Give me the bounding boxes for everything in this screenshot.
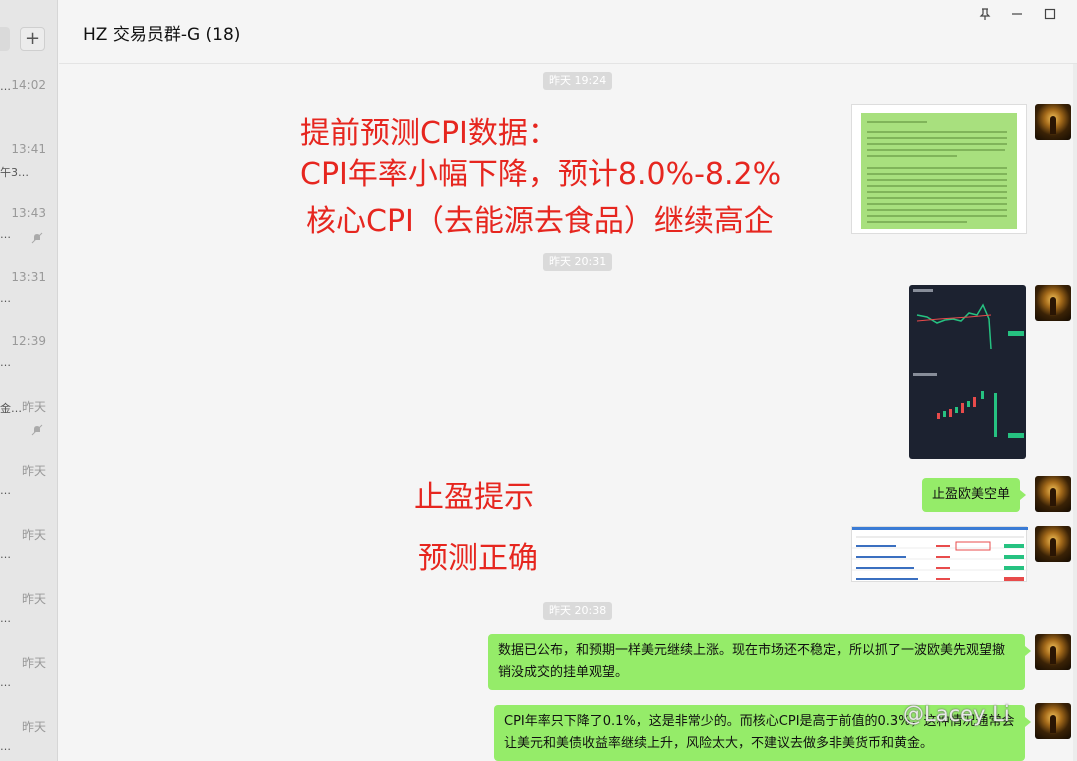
chat-list-item[interactable]: 昨天 …: [0, 582, 57, 646]
avatar[interactable]: [1035, 634, 1071, 670]
chat-list-item[interactable]: 13:31 …: [0, 262, 57, 326]
chat-snippet: …: [0, 548, 11, 561]
chat-snippet: …: [0, 228, 11, 241]
candlestick-thumbnail: [913, 289, 1024, 438]
chat-time: 昨天: [21, 400, 46, 414]
chat-time: 昨天: [21, 592, 46, 606]
chat-time: 14:02: [11, 78, 46, 92]
add-chat-button[interactable]: +: [20, 27, 45, 51]
chat-snippet: 金…: [0, 402, 22, 415]
chat-snippet: …: [0, 612, 11, 625]
chat-snippet: …: [0, 740, 11, 753]
chat-time: 昨天: [21, 656, 46, 670]
chat-list-item[interactable]: 13:41 午3…: [0, 134, 57, 198]
document-thumbnail: [861, 113, 1017, 229]
chat-snippet: …: [0, 676, 11, 689]
chat-snippet: …: [0, 292, 11, 305]
avatar[interactable]: [1035, 285, 1071, 321]
annotation-text: 核心CPI（去能源去食品）继续高企: [306, 204, 774, 239]
message-bubble[interactable]: 止盈欧美空单: [922, 478, 1027, 512]
annotation-text: 预测正确: [418, 541, 538, 576]
mute-icon: [31, 232, 43, 244]
image-message-chart[interactable]: [909, 285, 1026, 459]
image-message-document[interactable]: [851, 104, 1027, 234]
annotation-text: 止盈提示: [414, 480, 534, 515]
chat-list-item[interactable]: 12:39 …: [0, 326, 57, 390]
chat-header: HZ 交易员群-G (18): [59, 0, 1077, 64]
mute-icon: [31, 424, 43, 436]
chat-list-item[interactable]: 昨天 …: [0, 518, 57, 582]
chat-list-item[interactable]: 昨天 …: [0, 646, 57, 710]
chat-snippet: 午3…: [0, 166, 29, 179]
chat-list: + 14:02 … 13:41 午3… 13:43 … 13:31 … 12:3…: [0, 0, 58, 761]
watermark: @Lacey Li: [903, 702, 1010, 726]
image-message-table[interactable]: [851, 526, 1028, 582]
pin-icon[interactable]: [978, 7, 992, 21]
annotation-text: 提前预测CPI数据：: [300, 116, 558, 151]
scrollbar[interactable]: [1073, 64, 1077, 761]
timestamp: 昨天 19:24: [543, 72, 613, 90]
chat-time: 昨天: [21, 528, 46, 542]
message-bubble[interactable]: 数据已公布，和预期一样美元继续上涨。现在市场还不稳定，所以抓了一波欧美先观望撤销…: [488, 634, 1031, 690]
avatar[interactable]: [1035, 526, 1071, 562]
avatar[interactable]: [1035, 476, 1071, 512]
avatar[interactable]: [1035, 104, 1071, 140]
search-input[interactable]: [0, 27, 10, 51]
chat-time: 13:31: [11, 270, 46, 284]
chat-list-item[interactable]: 昨天 …: [0, 710, 57, 761]
chat-list-item[interactable]: 昨天 …: [0, 454, 57, 518]
chat-time: 昨天: [21, 720, 46, 734]
chat-time: 13:43: [11, 206, 46, 220]
chat-title: HZ 交易员群-G (18): [83, 25, 241, 45]
chat-list-item[interactable]: 14:02 …: [0, 70, 57, 134]
chat-time: 13:41: [11, 142, 46, 156]
minimize-icon[interactable]: [1010, 7, 1024, 21]
wechat-window: + 14:02 … 13:41 午3… 13:43 … 13:31 … 12:3…: [0, 0, 1077, 761]
chat-snippet: …: [0, 80, 11, 93]
chat-time: 昨天: [21, 464, 46, 478]
maximize-icon[interactable]: [1043, 7, 1057, 21]
chat-time: 12:39: [11, 334, 46, 348]
trade-table-thumbnail: [852, 527, 1028, 581]
annotation-text: CPI年率小幅下降，预计8.0%-8.2%: [300, 157, 782, 192]
chat-list-item[interactable]: 13:43 …: [0, 198, 57, 262]
timestamp: 昨天 20:38: [543, 602, 613, 620]
chat-list-item[interactable]: 昨天 金…: [0, 390, 57, 454]
chat-snippet: …: [0, 484, 11, 497]
timestamp: 昨天 20:31: [543, 253, 613, 271]
chat-snippet: …: [0, 356, 11, 369]
avatar[interactable]: [1035, 703, 1071, 739]
